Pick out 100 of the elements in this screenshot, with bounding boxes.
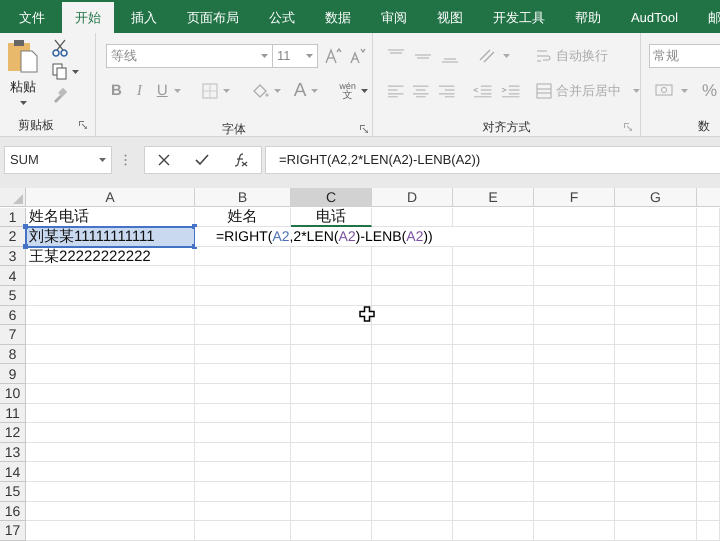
table-cell[interactable]: 王某22222222222 xyxy=(26,246,195,266)
table-cell[interactable] xyxy=(697,344,720,364)
table-cell[interactable] xyxy=(697,364,720,384)
table-cell[interactable] xyxy=(453,404,534,424)
table-cell[interactable] xyxy=(372,306,453,326)
ribbon-tab[interactable]: 公式 xyxy=(256,2,308,33)
table-cell[interactable] xyxy=(291,521,372,541)
paste-button[interactable]: 粘贴 xyxy=(0,39,46,116)
merge-center-icon[interactable] xyxy=(536,83,552,99)
table-cell[interactable] xyxy=(372,521,453,541)
table-cell[interactable] xyxy=(615,246,697,266)
table-cell[interactable] xyxy=(534,384,615,404)
cell-editor[interactable]: =RIGHT(A2,2*LEN(A2)-LENB(A2)) xyxy=(195,227,453,247)
column-header[interactable]: E xyxy=(453,188,534,207)
caret-icon[interactable] xyxy=(72,70,79,74)
row-header[interactable]: 8 xyxy=(0,344,26,364)
column-header[interactable]: B xyxy=(195,188,291,207)
table-cell[interactable] xyxy=(534,266,615,286)
column-header[interactable]: G xyxy=(615,188,697,207)
table-cell[interactable] xyxy=(195,521,291,541)
table-cell[interactable] xyxy=(534,404,615,424)
table-cell[interactable] xyxy=(697,246,720,266)
table-cell[interactable] xyxy=(453,502,534,522)
table-cell[interactable] xyxy=(372,423,453,443)
table-cell[interactable] xyxy=(453,364,534,384)
table-cell[interactable] xyxy=(195,462,291,482)
name-box[interactable]: SUM xyxy=(4,146,112,174)
function-icon[interactable] xyxy=(234,152,248,166)
column-header[interactable]: A xyxy=(26,188,195,207)
table-cell[interactable] xyxy=(195,246,291,266)
number-format-field[interactable]: 常规 xyxy=(649,44,720,68)
table-cell[interactable] xyxy=(615,364,697,384)
table-cell[interactable] xyxy=(372,344,453,364)
align-left-icon[interactable] xyxy=(387,84,404,98)
table-cell[interactable] xyxy=(615,423,697,443)
more-options-icon[interactable] xyxy=(124,154,127,166)
table-cell[interactable] xyxy=(291,384,372,404)
table-cell[interactable] xyxy=(372,325,453,345)
table-cell[interactable]: 姓名 xyxy=(195,208,291,228)
table-cell[interactable] xyxy=(26,521,195,541)
table-cell[interactable] xyxy=(534,208,615,228)
table-cell[interactable] xyxy=(697,521,720,541)
ribbon-tab[interactable]: 邮 xyxy=(694,2,720,33)
row-header[interactable]: 12 xyxy=(0,423,26,443)
table-cell[interactable] xyxy=(534,344,615,364)
table-cell[interactable] xyxy=(26,306,195,326)
table-cell[interactable] xyxy=(697,423,720,443)
table-cell[interactable] xyxy=(372,286,453,306)
phonetic-guide-button[interactable]: wén 文 xyxy=(339,81,356,101)
increase-indent-icon[interactable] xyxy=(500,84,520,98)
table-cell[interactable] xyxy=(534,246,615,266)
table-cell[interactable] xyxy=(453,462,534,482)
copy-icon[interactable] xyxy=(52,63,68,81)
table-cell[interactable] xyxy=(372,208,453,228)
ribbon-tab[interactable]: 开发工具 xyxy=(480,2,558,33)
row-header[interactable]: 1 xyxy=(0,208,26,228)
table-cell[interactable] xyxy=(372,246,453,266)
ribbon-tab[interactable]: 文件 xyxy=(6,2,58,33)
table-cell[interactable] xyxy=(195,325,291,345)
row-header[interactable]: 5 xyxy=(0,286,26,306)
table-cell[interactable] xyxy=(26,266,195,286)
table-cell[interactable] xyxy=(615,344,697,364)
table-cell[interactable] xyxy=(534,227,615,247)
table-cell[interactable] xyxy=(26,482,195,502)
table-cell[interactable] xyxy=(697,404,720,424)
align-right-icon[interactable] xyxy=(438,84,456,98)
table-cell[interactable] xyxy=(615,482,697,502)
table-cell[interactable] xyxy=(453,423,534,443)
row-header[interactable]: 2 xyxy=(0,227,26,247)
table-cell[interactable] xyxy=(372,442,453,462)
scissors-icon[interactable] xyxy=(52,39,68,57)
table-cell[interactable] xyxy=(291,482,372,502)
table-cell[interactable] xyxy=(453,246,534,266)
table-cell[interactable] xyxy=(26,325,195,345)
table-cell[interactable] xyxy=(697,482,720,502)
table-cell[interactable] xyxy=(615,306,697,326)
ribbon-tab[interactable]: 插入 xyxy=(118,2,170,33)
table-cell[interactable] xyxy=(195,286,291,306)
table-cell[interactable] xyxy=(291,286,372,306)
fill-color-icon[interactable] xyxy=(250,83,269,99)
table-cell[interactable] xyxy=(195,384,291,404)
table-cell[interactable] xyxy=(453,384,534,404)
column-header[interactable]: D xyxy=(372,188,453,207)
row-header[interactable]: 3 xyxy=(0,246,26,266)
table-cell[interactable] xyxy=(697,462,720,482)
table-cell[interactable] xyxy=(195,364,291,384)
align-center-icon[interactable] xyxy=(412,84,430,98)
table-cell[interactable] xyxy=(453,266,534,286)
table-cell[interactable] xyxy=(453,325,534,345)
checkmark-icon[interactable] xyxy=(194,154,209,166)
dialog-launcher-icon[interactable] xyxy=(624,123,632,131)
row-header[interactable]: 13 xyxy=(0,442,26,462)
format-painter-icon[interactable] xyxy=(52,87,68,103)
row-header[interactable]: 11 xyxy=(0,404,26,424)
table-cell[interactable] xyxy=(453,344,534,364)
table-cell[interactable] xyxy=(697,502,720,522)
ribbon-tab[interactable]: 数据 xyxy=(312,2,364,33)
table-cell[interactable] xyxy=(615,404,697,424)
row-header[interactable]: 10 xyxy=(0,384,26,404)
table-cell[interactable] xyxy=(534,364,615,384)
